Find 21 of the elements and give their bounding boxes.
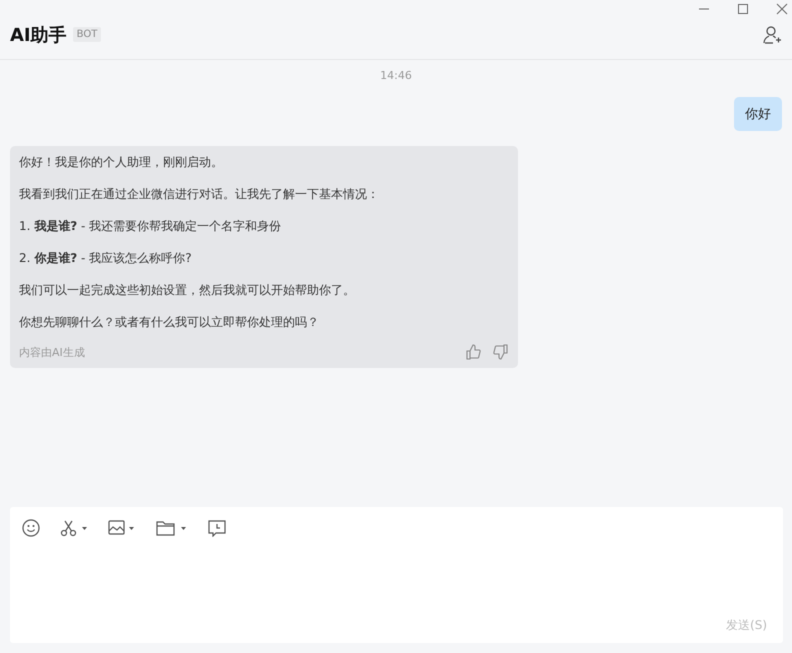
close-icon[interactable] xyxy=(776,3,788,15)
thumbs-down-icon[interactable] xyxy=(493,344,509,360)
emoji-icon[interactable] xyxy=(22,519,40,537)
bot-badge: BOT xyxy=(72,27,102,42)
message-paragraph: 我们可以一起完成这些初始设置，然后我就可以开始帮助你了。 xyxy=(19,282,356,299)
add-person-icon[interactable] xyxy=(762,24,782,44)
message-paragraph: 我看到我们正在通过企业微信进行对话。让我先了解一下基本情况： xyxy=(19,186,380,203)
chat-history-icon[interactable] xyxy=(208,519,226,537)
message-paragraph: 你想先聊聊什么？或者有什么我可以立即帮你处理的吗？ xyxy=(19,314,320,331)
message-paragraph: 2. 你是谁? - 我应该怎么称呼你? xyxy=(19,250,193,267)
message-paragraph: 你好！我是你的个人助理，刚刚启动。 xyxy=(19,154,224,171)
timestamp: 14:46 xyxy=(379,69,413,82)
image-icon[interactable] xyxy=(108,519,136,537)
scissors-icon[interactable] xyxy=(60,519,88,537)
message-paragraph: 1. 我是谁? - 我还需要你帮我确定一个名字和身份 xyxy=(19,218,282,235)
ai-notice: 内容由AI生成 xyxy=(19,344,85,360)
chat-title: AI助手 xyxy=(10,24,67,46)
maximize-icon[interactable] xyxy=(737,3,749,15)
thumbs-up-icon[interactable] xyxy=(465,344,481,360)
message-bubble: 你好 xyxy=(734,97,782,131)
folder-icon[interactable] xyxy=(156,519,188,537)
